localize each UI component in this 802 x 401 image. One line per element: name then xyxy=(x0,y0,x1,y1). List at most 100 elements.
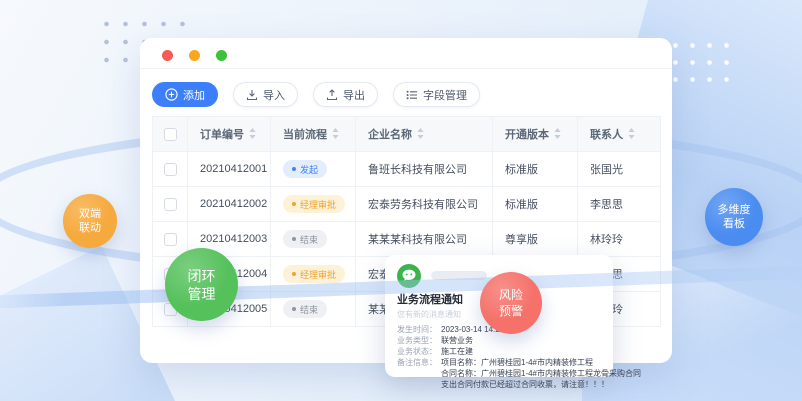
status-cell: 结束 xyxy=(271,292,356,327)
status-badge: 经理审批 xyxy=(283,195,345,213)
field-manage-button-label: 字段管理 xyxy=(423,87,467,103)
status-label: 经理审批 xyxy=(300,198,336,211)
status-label: 结束 xyxy=(300,303,318,316)
column-header-label: 开通版本 xyxy=(505,129,549,141)
contact-cell: 李思思 xyxy=(578,187,661,222)
popup-field-label: 发生时间： xyxy=(397,324,441,335)
table-row: 20210412001 发起 鲁班长科技有限公司标准版张国光 xyxy=(153,152,661,187)
version-cell: 标准版 xyxy=(493,187,578,222)
popup-field-label: 备注信息： xyxy=(397,357,441,368)
checkbox-cell xyxy=(153,152,188,187)
feature-label: 预警 xyxy=(499,303,523,319)
contact-cell: 张国光 xyxy=(578,152,661,187)
dot-grid-right xyxy=(667,37,739,91)
toolbar: 添加 导入 导出 字段管理 xyxy=(152,82,480,107)
popup-field-label xyxy=(397,379,441,390)
list-icon xyxy=(406,89,418,101)
traffic-lights xyxy=(162,50,227,61)
status-badge: 结束 xyxy=(283,230,327,248)
table-row: 20210412002 经理审批 宏泰劳务科技有限公司标准版李思思 xyxy=(153,187,661,222)
popup-field-value: 项目名称：广州碧桂园1-4#市内精装修工程 xyxy=(441,357,593,368)
column-header[interactable]: 联系人 xyxy=(578,117,661,152)
status-dot-icon xyxy=(292,202,296,206)
sort-icon[interactable] xyxy=(554,128,561,139)
column-header-label: 订单编号 xyxy=(200,129,244,141)
sort-icon[interactable] xyxy=(417,128,424,139)
table-header-row: 订单编号 当前流程 企业名称 开通版本 联系人 xyxy=(153,117,661,152)
column-header-label: 当前流程 xyxy=(283,129,327,141)
status-label: 经理审批 xyxy=(300,268,336,281)
export-button-label: 导出 xyxy=(343,87,365,103)
column-header-label: 联系人 xyxy=(590,129,623,141)
company-cell: 某某某科技有限公司 xyxy=(356,222,493,257)
export-icon xyxy=(326,89,338,101)
popup-field-value: 支出合同付款已经超过合同收票，请注意！！！ xyxy=(441,379,609,390)
status-cell: 发起 xyxy=(271,152,356,187)
popup-field-row: 业务类型：联营业务 xyxy=(397,335,603,346)
status-label: 发起 xyxy=(300,163,318,176)
column-header[interactable]: 订单编号 xyxy=(188,117,271,152)
checkbox-cell xyxy=(153,222,188,257)
popup-field-row: 备注信息：项目名称：广州碧桂园1-4#市内精装修工程 xyxy=(397,357,603,368)
status-badge: 发起 xyxy=(283,160,327,178)
checkbox-cell xyxy=(153,187,188,222)
import-icon xyxy=(246,89,258,101)
feature-label: 风险 xyxy=(499,287,523,303)
status-label: 结束 xyxy=(300,233,318,246)
feature-label: 管理 xyxy=(188,285,216,303)
field-manage-button[interactable]: 字段管理 xyxy=(393,82,480,107)
popup-field-value: 施工在建 xyxy=(441,346,473,357)
version-cell: 标准版 xyxy=(493,152,578,187)
select-all-cell xyxy=(153,117,188,152)
status-cell: 结束 xyxy=(271,222,356,257)
wechat-icon xyxy=(397,264,421,288)
feature-label: 看板 xyxy=(723,217,745,231)
sort-icon[interactable] xyxy=(332,128,339,139)
add-button[interactable]: 添加 xyxy=(152,82,218,107)
feature-label: 双端 xyxy=(79,207,101,221)
add-button-label: 添加 xyxy=(183,87,205,103)
column-header[interactable]: 企业名称 xyxy=(356,117,493,152)
sort-icon[interactable] xyxy=(249,128,256,139)
feature-circle-dual-end: 双端 联动 xyxy=(63,194,117,248)
popup-fields: 发生时间：2023-03-14 14:2业务类型：联营业务业务状态：施工在建备注… xyxy=(397,324,603,390)
order-no-cell: 20210412002 xyxy=(188,187,271,222)
traffic-light[interactable] xyxy=(189,50,200,61)
popup-field-label: 业务类型： xyxy=(397,335,441,346)
popup-field-label: 业务状态： xyxy=(397,346,441,357)
order-no-cell: 20210412001 xyxy=(188,152,271,187)
select-all-checkbox[interactable] xyxy=(164,128,177,141)
traffic-light[interactable] xyxy=(162,50,173,61)
feature-label: 多维度 xyxy=(718,203,751,217)
feature-circle-multi-board: 多维度 看板 xyxy=(705,188,763,246)
status-dot-icon xyxy=(292,237,296,241)
table-row: 20210412003结束某某某科技有限公司尊享版林玲玲 xyxy=(153,222,661,257)
sort-icon[interactable] xyxy=(628,128,635,139)
column-header[interactable]: 当前流程 xyxy=(271,117,356,152)
status-cell: 经理审批 xyxy=(271,257,356,292)
row-checkbox[interactable] xyxy=(164,198,177,211)
popup-field-label xyxy=(397,368,441,379)
export-button[interactable]: 导出 xyxy=(313,82,378,107)
feature-label: 联动 xyxy=(79,221,101,235)
version-cell: 尊享版 xyxy=(493,222,578,257)
skeleton-bar xyxy=(431,271,487,280)
import-button-label: 导入 xyxy=(263,87,285,103)
feature-label: 闭环 xyxy=(188,267,216,285)
import-button[interactable]: 导入 xyxy=(233,82,298,107)
traffic-light[interactable] xyxy=(216,50,227,61)
popup-field-row: 业务状态：施工在建 xyxy=(397,346,603,357)
contact-cell: 林玲玲 xyxy=(578,222,661,257)
status-badge: 结束 xyxy=(283,300,327,318)
company-cell: 鲁班长科技有限公司 xyxy=(356,152,493,187)
feature-circle-risk-alert: 风险 预警 xyxy=(480,272,542,334)
popup-field-row: 支出合同付款已经超过合同收票，请注意！！！ xyxy=(397,379,603,390)
column-header[interactable]: 开通版本 xyxy=(493,117,578,152)
row-checkbox[interactable] xyxy=(164,163,177,176)
row-checkbox[interactable] xyxy=(164,233,177,246)
status-cell: 经理审批 xyxy=(271,187,356,222)
plus-circle-icon xyxy=(165,88,178,101)
status-dot-icon xyxy=(292,272,296,276)
column-header-label: 企业名称 xyxy=(368,129,412,141)
company-cell: 宏泰劳务科技有限公司 xyxy=(356,187,493,222)
